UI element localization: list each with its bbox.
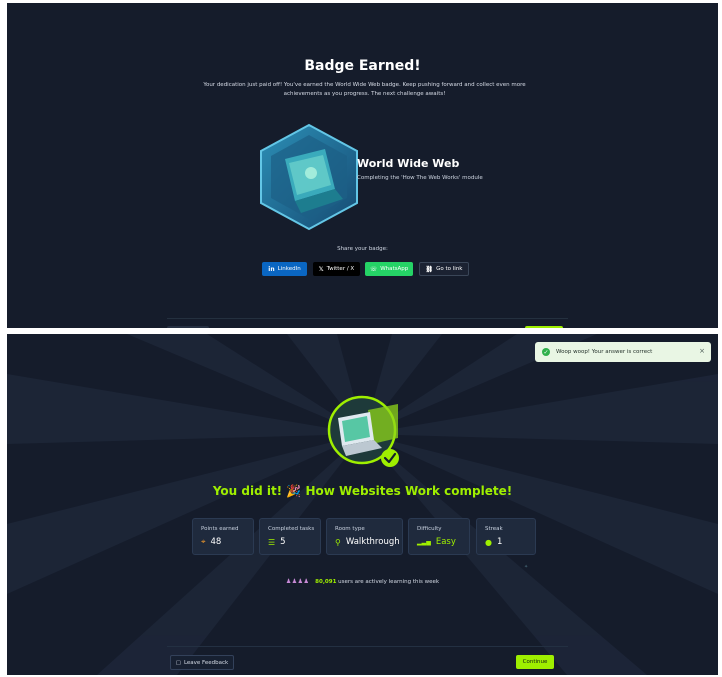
linkedin-icon: in [268,265,275,273]
link-icon: ⛓ [425,265,434,273]
page-title: Badge Earned! [304,58,421,74]
badge-subtitle: Your dedication just paid off! You've ea… [203,82,526,97]
stat-card-room-type: Room type ⚲ Walkthrough [326,518,403,555]
feedback-icon: ▢ [175,659,181,666]
active-users-count: 80,091 [315,579,337,585]
continue-button[interactable]: Continue [516,655,554,669]
check-circle-icon: ✓ [542,348,550,356]
go-to-link-button[interactable]: ⛓ Go to link [419,262,469,276]
flame-icon: ● [485,537,492,547]
stat-card-points: Points earned ⌖ 48 [192,518,254,555]
task-list-icon: ☰ [268,537,276,547]
room-complete-medal-icon [327,395,399,467]
world-wide-web-badge-icon [260,123,358,231]
target-icon: ⌖ [201,537,206,546]
signal-bars-icon: ▂▃▅ [417,538,431,546]
badge-description: Completing the 'How The Web Works' modul… [357,175,483,181]
route-icon: ⚲ [335,537,341,547]
linkedin-share-button[interactable]: in LinkedIn [262,262,307,276]
twitter-share-button[interactable]: 𝕏 Twitter / X [313,262,360,276]
success-toast: ✓ Woop woop! Your answer is correct × [535,342,711,362]
badge-earned-panel: Badge Earned! Your dedication just paid … [7,3,718,328]
toast-message: Woop woop! Your answer is correct [556,349,653,355]
x-logo-icon: 𝕏 [318,265,324,273]
stat-card-streak: Streak ● 1 [476,518,536,555]
room-complete-panel: ✓ Woop woop! Your answer is correct × Yo… [7,334,718,675]
leave-feedback-button-partial[interactable] [167,326,209,328]
active-users-line: ♟♟♟♟ 80,091 users are actively learning … [7,578,718,585]
stat-card-completed-tasks: Completed tasks ☰ 5 [259,518,321,555]
sparkle-icon: ✦ [524,564,529,570]
whatsapp-share-button[interactable]: ☏ WhatsApp [365,262,413,276]
badge-name: World Wide Web [357,157,460,170]
close-icon[interactable]: × [699,347,705,355]
continue-button-partial[interactable] [525,326,563,328]
whatsapp-icon: ☏ [369,265,378,273]
sunburst-background [7,334,718,675]
divider [167,646,568,647]
divider [167,318,568,319]
leave-feedback-button[interactable]: ▢ Leave Feedback [170,655,234,670]
active-users-text: users are actively learning this week [338,579,440,585]
completion-title: You did it! 🎉 How Websites Work complete… [212,484,513,498]
share-label: Share your badge: [337,246,388,252]
stat-card-difficulty: Difficulty ▂▃▅ Easy [408,518,470,555]
user-avatars-icon: ♟♟♟♟ [285,578,310,585]
